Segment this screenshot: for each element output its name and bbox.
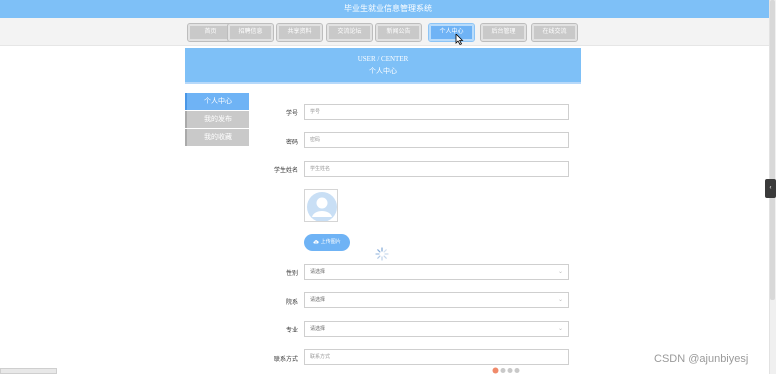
nav-shared-materials[interactable]: 共享资料 bbox=[276, 23, 323, 42]
student-name-input[interactable] bbox=[304, 161, 569, 177]
department-label: 院系 bbox=[285, 300, 298, 306]
gender-label: 性别 bbox=[285, 271, 298, 277]
chevron-down-icon: ⌄ bbox=[557, 297, 563, 303]
password-label: 密码 bbox=[285, 140, 298, 146]
csdn-watermark: CSDN @ajunbiyesj bbox=[654, 353, 749, 365]
major-select-value: 请选择 bbox=[310, 326, 326, 332]
nav-home[interactable]: 首页 bbox=[187, 23, 234, 42]
side-panel-toggle[interactable]: ‹ bbox=[765, 179, 776, 198]
contact-input[interactable] bbox=[304, 349, 569, 365]
page-banner: USER / CENTER 个人中心 bbox=[185, 48, 581, 84]
chevron-down-icon: ⌄ bbox=[557, 326, 563, 332]
status-bar-url bbox=[0, 368, 57, 374]
gender-select-value: 请选择 bbox=[310, 269, 326, 275]
top-nav: 首页 招聘信息 共享资料 交流论坛 新闻公告 个人中心 后台管理 在线交流 bbox=[0, 18, 776, 46]
nav-news[interactable]: 新闻公告 bbox=[375, 23, 422, 42]
banner-title-en: USER / CENTER bbox=[357, 55, 409, 63]
contact-label: 联系方式 bbox=[273, 357, 298, 363]
nav-online-chat[interactable]: 在线交流 bbox=[531, 23, 578, 42]
avatar-preview bbox=[304, 189, 338, 222]
department-select-value: 请选择 bbox=[310, 297, 326, 303]
student-name-label: 学生姓名 bbox=[273, 168, 298, 174]
major-label: 专业 bbox=[285, 328, 298, 334]
cloud-upload-icon bbox=[313, 240, 319, 244]
banner-title-cn: 个人中心 bbox=[369, 67, 397, 75]
mouse-cursor-icon bbox=[455, 34, 464, 45]
floating-toolbar-icon[interactable] bbox=[492, 367, 522, 374]
app-title: 毕业生就业信息管理系统 bbox=[344, 4, 432, 13]
chevron-left-icon: ‹ bbox=[769, 185, 772, 191]
loading-spinner-icon bbox=[375, 247, 389, 261]
nav-forum[interactable]: 交流论坛 bbox=[326, 23, 373, 42]
student-id-label: 学号 bbox=[285, 111, 298, 117]
title-bar: 毕业生就业信息管理系统 bbox=[0, 0, 776, 18]
nav-admin[interactable]: 后台管理 bbox=[480, 23, 527, 42]
chevron-down-icon: ⌄ bbox=[557, 269, 563, 275]
gender-select[interactable]: 请选择 ⌄ bbox=[304, 264, 569, 280]
user-avatar-icon bbox=[305, 190, 337, 221]
upload-button-label: 上传图片 bbox=[320, 239, 341, 245]
student-id-input[interactable] bbox=[304, 104, 569, 120]
upload-image-button[interactable]: 上传图片 bbox=[304, 234, 350, 251]
department-select[interactable]: 请选择 ⌄ bbox=[304, 292, 569, 308]
major-select[interactable]: 请选择 ⌄ bbox=[304, 321, 569, 337]
scrollbar-thumb[interactable] bbox=[770, 0, 775, 300]
password-input[interactable] bbox=[304, 132, 569, 148]
nav-personal-center[interactable]: 个人中心 bbox=[428, 23, 475, 42]
nav-recruitment[interactable]: 招聘信息 bbox=[227, 23, 274, 42]
